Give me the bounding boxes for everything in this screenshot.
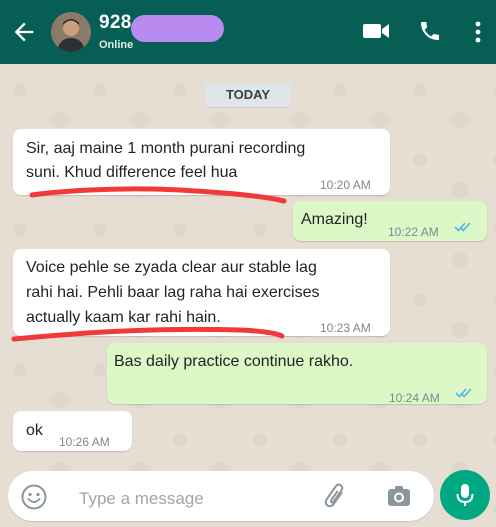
message-text: Voice pehle se zyada clear aur stable la… [26,259,320,326]
video-call-icon[interactable] [362,19,390,43]
date-separator: TODAY [205,83,291,107]
message-time: 10:23 AM [320,321,371,335]
contact-name[interactable]: 928 [99,12,132,34]
message-outgoing[interactable]: Amazing! 10:22 AM [293,201,487,241]
read-ticks-icon [454,222,471,232]
message-input[interactable]: Type a message [79,489,204,509]
message-text: Bas daily practice continue rakho. [114,353,354,370]
name-redaction-overlay [131,15,224,42]
paperclip-icon[interactable] [320,480,350,512]
more-vertical-icon[interactable] [468,19,488,45]
message-time: 10:20 AM [320,178,371,192]
message-text: Amazing! [301,211,368,228]
message-time: 10:26 AM [59,435,110,449]
arrow-left-icon[interactable] [10,18,38,46]
message-time: 10:22 AM [388,225,439,239]
camera-icon[interactable] [385,483,413,511]
message-outgoing[interactable]: Bas daily practice continue rakho. 10:24… [107,343,487,405]
message-time: 10:24 AM [389,391,440,405]
contact-status: Online [99,39,134,51]
message-incoming[interactable]: ok 10:26 AM [13,411,132,451]
message-text: ok [26,422,43,439]
message-text: Sir, aaj maine 1 month purani recording … [26,140,306,181]
message-input-box[interactable] [8,471,434,521]
chat-header: 928 Online [0,0,496,64]
message-incoming[interactable]: Sir, aaj maine 1 month purani recording … [13,129,390,195]
read-ticks-icon [455,388,472,398]
voice-record-button[interactable] [440,470,490,520]
message-incoming[interactable]: Voice pehle se zyada clear aur stable la… [13,249,390,336]
avatar[interactable] [51,12,91,52]
phone-icon[interactable] [418,19,442,43]
emoji-icon[interactable] [20,483,48,511]
mic-icon [456,484,474,506]
